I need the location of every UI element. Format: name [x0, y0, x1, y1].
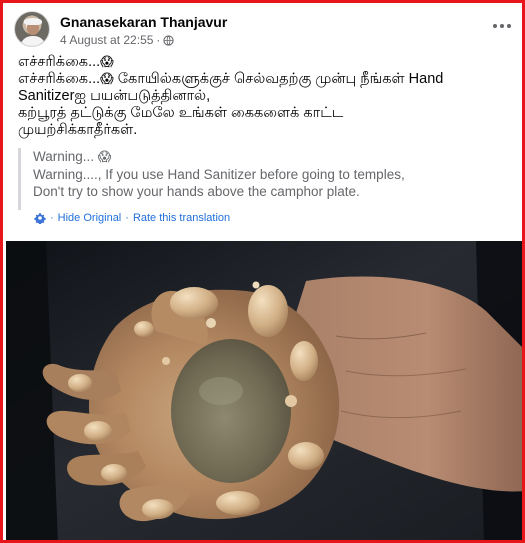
translation-line-3: Don't try to show your hands above the c… — [33, 184, 360, 199]
body-line-2: எச்சரிக்கை...😱 கோயில்களுக்குச் செல்வதற்க… — [18, 71, 444, 87]
body-line-4: கற்பூரத் தட்டுக்கு மேலே உங்கள் கைகளைக் க… — [18, 105, 344, 121]
globe-icon — [163, 34, 175, 46]
gear-icon[interactable] — [34, 212, 46, 224]
translation-actions: · Hide Original · Rate this translation — [34, 212, 230, 224]
author-name[interactable]: Gnanasekaran Thanjavur — [60, 14, 227, 30]
meta-separator: · — [156, 33, 161, 47]
body-line-5: முயற்சிக்காதீர்கள். — [18, 122, 138, 138]
face-screaming-in-fear-icon: 😱 — [100, 55, 114, 70]
rate-translation-link[interactable]: Rate this translation — [133, 212, 230, 224]
more-options-icon[interactable] — [490, 18, 514, 34]
face-screaming-in-fear-icon: 😱 — [100, 72, 114, 87]
translation-line-1: Warning... 😱 — [33, 149, 112, 165]
post-timestamp[interactable]: 4 August at 22:55 — [60, 33, 153, 47]
post-photo[interactable] — [6, 241, 522, 540]
action-dot: · — [50, 212, 54, 224]
translation-block: Warning... 😱 Warning...., If you use Han… — [18, 148, 501, 210]
body-line-3: Sanitizerஐ பயன்படுத்தினால், — [18, 88, 211, 104]
body-line-1: எச்சரிக்கை...😱 — [18, 54, 114, 70]
hide-original-link[interactable]: Hide Original — [58, 212, 122, 224]
post-body: எச்சரிக்கை...😱 எச்சரிக்கை...😱 கோயில்களுக… — [18, 54, 510, 139]
action-dot: · — [125, 212, 129, 224]
post-meta: 4 August at 22:55 · — [60, 33, 175, 47]
translation-line-2: Warning...., If you use Hand Sanitizer b… — [33, 167, 405, 182]
avatar[interactable] — [14, 11, 50, 47]
post-card: Gnanasekaran Thanjavur 4 August at 22:55… — [0, 0, 525, 543]
burned-hand-photo — [6, 241, 522, 540]
post-header: Gnanasekaran Thanjavur 4 August at 22:55… — [14, 9, 514, 49]
face-screaming-in-fear-icon: 😱 — [97, 150, 112, 165]
